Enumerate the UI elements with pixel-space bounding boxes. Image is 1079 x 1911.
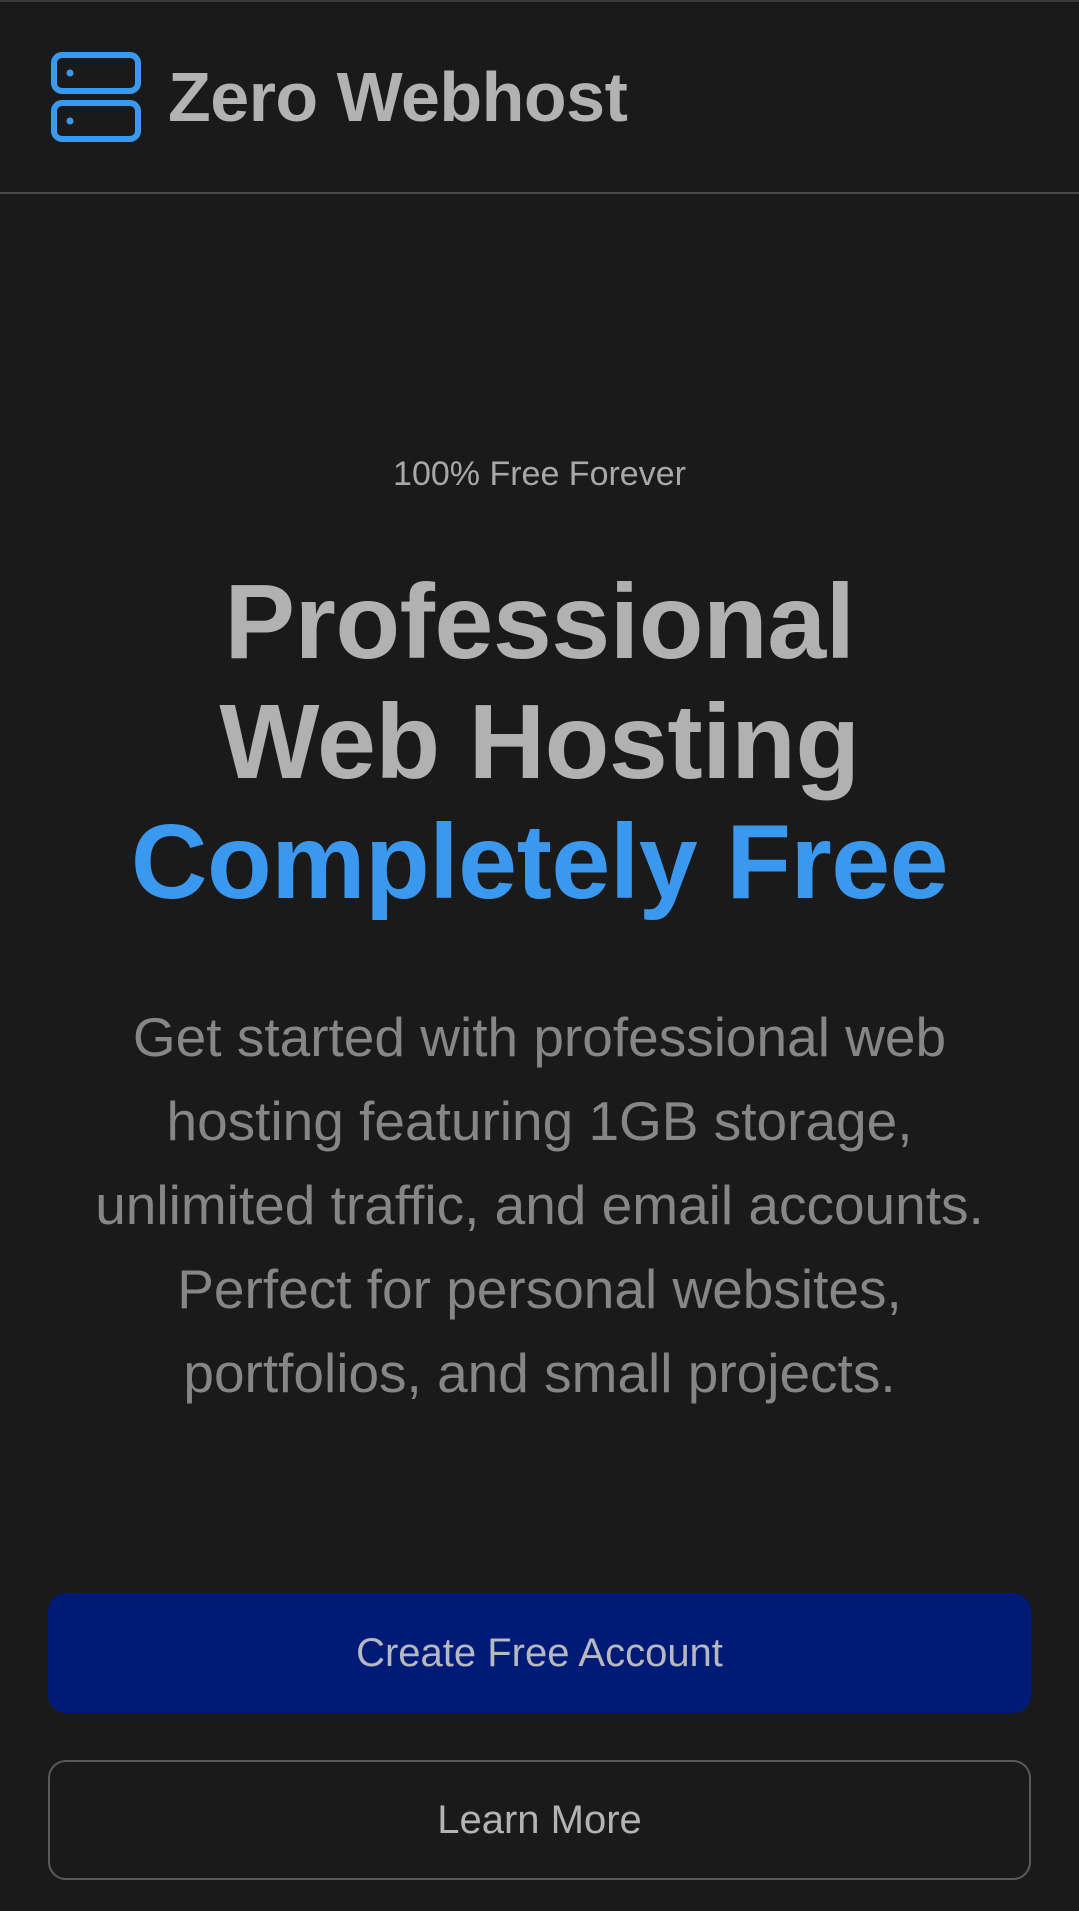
- site-header: Zero Webhost: [0, 2, 1079, 194]
- learn-more-button[interactable]: Learn More: [48, 1760, 1031, 1880]
- landing-page: Zero Webhost 100% Free Forever Professio…: [0, 0, 1079, 1911]
- create-account-button[interactable]: Create Free Account: [48, 1593, 1031, 1713]
- hero-description: Get started with professional web hostin…: [95, 1006, 984, 1404]
- headline-line-2: Web Hosting: [219, 683, 860, 801]
- headline-highlight: Completely Free: [130, 803, 949, 921]
- hero-eyebrow: 100% Free Forever: [393, 455, 686, 493]
- hero-headline: Professional Web Hosting Completely Free: [0, 562, 1079, 922]
- brand-name[interactable]: Zero Webhost: [168, 57, 628, 137]
- headline-line-1: Professional: [224, 563, 855, 681]
- server-icon: [51, 52, 141, 142]
